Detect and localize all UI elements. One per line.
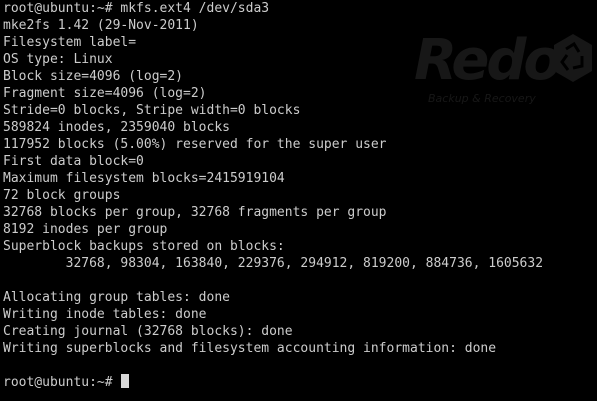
terminal-line: First data block=0 [3,154,144,169]
terminal-line: 589824 inodes, 2359040 blocks [3,120,230,135]
terminal-line: Superblock backups stored on blocks: [3,239,285,254]
prompt-text: root@ubuntu:~# [3,375,121,390]
terminal-line: 72 block groups [3,188,121,203]
terminal-output: root@ubuntu:~# mkfs.ext4 /dev/sda3 mke2fs… [3,0,543,391]
text-cursor[interactable] [121,374,130,388]
terminal-line: 32768, 98304, 163840, 229376, 294912, 81… [3,256,544,271]
command-prompt-line[interactable]: root@ubuntu:~# [3,374,543,391]
terminal-line: root@ubuntu:~# mkfs.ext4 /dev/sda3 [3,1,270,16]
terminal-line: Allocating group tables: done [3,290,230,305]
terminal-line: Writing superblocks and filesystem accou… [3,341,497,356]
terminal-line: Filesystem label= [3,35,137,50]
terminal-line: 117952 blocks (5.00%) reserved for the s… [3,137,387,152]
terminal-line: Stride=0 blocks, Stripe width=0 blocks [3,103,301,118]
terminal-line: Maximum filesystem blocks=2415919104 [3,171,285,186]
terminal-line: 8192 inodes per group [3,222,168,237]
terminal-line: OS type: Linux [3,52,113,67]
terminal-line: mke2fs 1.42 (29-Nov-2011) [3,18,199,33]
terminal-line: Fragment size=4096 (log=2) [3,86,207,101]
recycle-icon [550,32,596,88]
terminal-line: Creating journal (32768 blocks): done [3,324,293,339]
terminal-line: Block size=4096 (log=2) [3,69,184,84]
terminal-line: Writing inode tables: done [3,307,207,322]
terminal-line: 32768 blocks per group, 32768 fragments … [3,205,387,220]
terminal-window[interactable]: Redo Backup & Recovery root@ubuntu:~# mk… [0,0,597,401]
